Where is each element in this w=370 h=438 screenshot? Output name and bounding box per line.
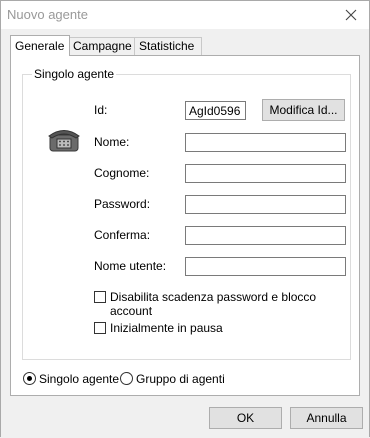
tab-statistiche[interactable]: Statistiche <box>134 37 202 55</box>
disable-expiry-checkbox[interactable] <box>94 291 106 303</box>
tab-panel-generale: Singolo agente Id: AgId0596 Modifica Id.… <box>10 55 360 396</box>
nome-field[interactable] <box>185 133 346 152</box>
cancel-button[interactable]: Annulla <box>290 407 363 429</box>
nome-utente-label: Nome utente: <box>94 259 167 273</box>
tab-generale[interactable]: Generale <box>10 35 70 56</box>
disable-expiry-label[interactable]: Disabilita scadenza password e blocco ac… <box>110 290 350 318</box>
password-label: Password: <box>94 197 151 211</box>
close-button[interactable] <box>333 1 369 29</box>
password-field[interactable] <box>185 195 346 214</box>
agent-group-radio-label[interactable]: Gruppo di agenti <box>136 372 225 386</box>
id-label: Id: <box>94 103 108 117</box>
tab-campagne[interactable]: Campagne <box>68 37 136 55</box>
window-title: Nuovo agente <box>7 7 88 22</box>
single-agent-radio-label[interactable]: Singolo agente <box>39 372 119 386</box>
dialog-window: Nuovo agente Generale Campagne Statistic… <box>0 0 370 438</box>
button-bar: OK Annulla <box>1 398 369 438</box>
ok-button[interactable]: OK <box>209 407 282 429</box>
nome-label: Nome: <box>94 135 130 149</box>
group-label: Singolo agente <box>32 67 117 81</box>
conferma-label: Conferma: <box>94 228 151 242</box>
close-icon <box>345 9 357 21</box>
cognome-field[interactable] <box>185 164 346 183</box>
telephone-icon <box>48 130 80 152</box>
id-field: AgId0596 <box>185 101 246 120</box>
single-agent-radio[interactable] <box>23 372 36 385</box>
start-paused-label[interactable]: Inizialmente in pausa <box>110 321 223 335</box>
cognome-label: Cognome: <box>94 166 150 180</box>
nome-utente-field[interactable] <box>185 257 346 276</box>
modify-id-button[interactable]: Modifica Id... <box>262 99 345 121</box>
start-paused-checkbox[interactable] <box>94 322 106 334</box>
title-bar: Nuovo agente <box>1 1 369 29</box>
agent-group-radio[interactable] <box>120 372 133 385</box>
conferma-field[interactable] <box>185 226 346 245</box>
single-agent-group: Singolo agente Id: AgId0596 Modifica Id.… <box>22 67 351 360</box>
